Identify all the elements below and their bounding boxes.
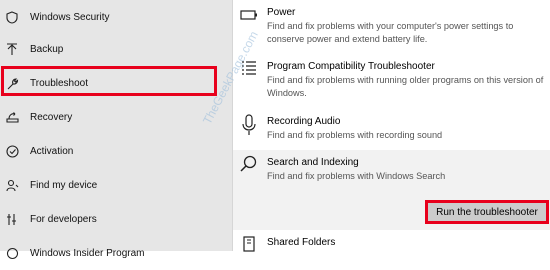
sidebar-item-activation[interactable]: Activation: [0, 134, 232, 168]
troubleshooter-shared-folders[interactable]: Shared Folders: [233, 232, 550, 252]
troubleshooter-description: Find and fix problems with your computer…: [267, 21, 514, 44]
troubleshooter-title: Power: [267, 7, 296, 18]
search-icon: [239, 153, 259, 175]
shield-icon: [5, 10, 19, 24]
sidebar-item-windows-insider[interactable]: Windows Insider Program: [0, 236, 232, 270]
sidebar-item-recovery[interactable]: Recovery: [0, 100, 232, 134]
developer-tools-icon: [5, 212, 19, 226]
arrow-up-icon: [5, 42, 19, 56]
settings-sidebar: Windows Security Backup Troubleshoot Rec…: [0, 0, 232, 259]
troubleshooter-title: Search and Indexing: [267, 157, 359, 168]
sidebar-item-label: Activation: [30, 145, 74, 157]
sidebar-item-label: Backup: [30, 43, 64, 55]
sidebar-item-label: Windows Insider Program: [30, 247, 145, 259]
troubleshooter-program-compatibility[interactable]: Program Compatibility Troubleshooter Fin…: [233, 54, 550, 106]
recovery-icon: [5, 110, 19, 124]
run-troubleshooter-label: Run the troubleshooter: [436, 206, 538, 218]
sidebar-item-label: For developers: [30, 213, 97, 225]
troubleshooter-description: Find and fix problems with Windows Searc…: [267, 171, 446, 181]
sidebar-item-label: Find my device: [30, 179, 98, 191]
sidebar-item-label: Windows Security: [30, 11, 110, 23]
list-icon: [239, 58, 259, 80]
microphone-icon: [239, 114, 259, 136]
person-location-icon: [5, 178, 19, 192]
run-troubleshooter-button[interactable]: Run the troubleshooter: [425, 200, 549, 224]
checkmark-circle-icon: [5, 144, 19, 158]
troubleshooter-description: Find and fix problems with recording sou…: [267, 130, 443, 140]
insider-icon: [5, 246, 19, 260]
troubleshooter-recording-audio[interactable]: Recording Audio Find and fix problems wi…: [233, 108, 550, 148]
sidebar-item-label: Recovery: [30, 111, 73, 123]
sidebar-item-windows-security[interactable]: Windows Security: [0, 0, 232, 34]
sidebar-item-find-my-device[interactable]: Find my device: [0, 168, 232, 202]
troubleshooter-power[interactable]: Power Find and fix problems with your co…: [233, 0, 550, 52]
troubleshooter-title: Recording Audio: [267, 116, 341, 127]
sidebar-item-backup[interactable]: Backup: [0, 32, 232, 66]
sidebar-item-for-developers[interactable]: For developers: [0, 202, 232, 236]
troubleshooter-title: Program Compatibility Troubleshooter: [267, 61, 435, 72]
troubleshooter-title: Shared Folders: [267, 237, 336, 248]
troubleshoot-highlight-box: [1, 66, 217, 96]
battery-icon: [239, 4, 259, 26]
troubleshooter-description: Find and fix problems with running older…: [267, 75, 544, 98]
